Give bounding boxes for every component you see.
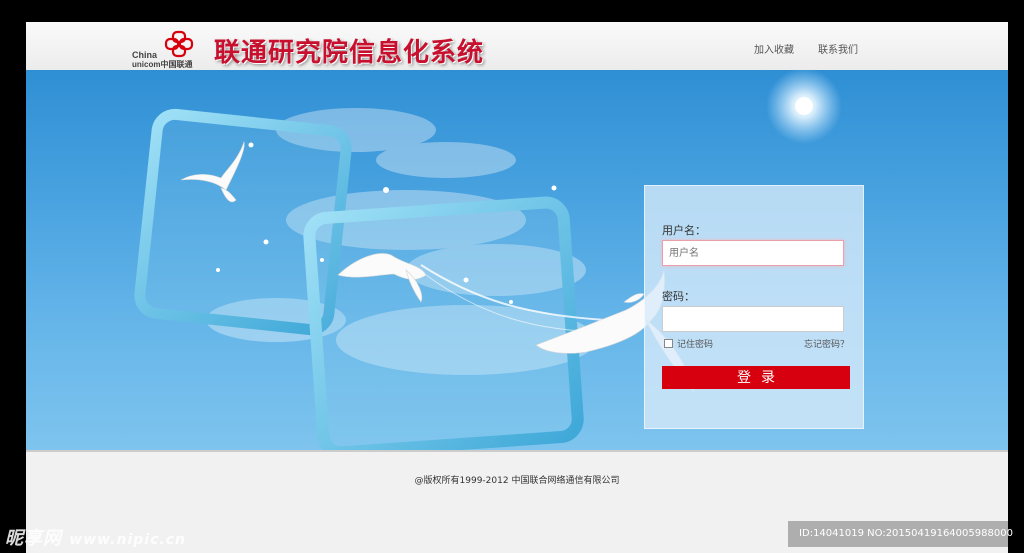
image-id-watermark: ID:14041019 NO:20150419164005988000 — [788, 521, 1024, 547]
remember-password[interactable]: 记住密码 — [664, 337, 713, 350]
watermark-url: www.nipic.cn — [69, 532, 186, 548]
logo-text-unicom: unicom中国联通 — [132, 60, 193, 69]
remember-label: 记住密码 — [677, 340, 714, 350]
nipic-watermark: 昵享网 www.nipic.cn — [5, 524, 186, 550]
password-input[interactable] — [662, 306, 844, 332]
username-input[interactable] — [662, 240, 844, 266]
header: China unicom中国联通 联通研究院信息化系统 加入收藏 联系我们 — [26, 22, 1008, 71]
forgot-password-link[interactable]: 忘记密码？ — [804, 337, 849, 350]
add-favorite-link[interactable]: 加入收藏 — [754, 41, 794, 56]
username-label: 用户名： — [662, 224, 706, 237]
login-panel: 用户名： 密码： 记住密码 忘记密码？ 登录 — [644, 185, 864, 429]
china-unicom-logo: China unicom中国联通 — [132, 30, 198, 69]
watermark-brand: 昵享网 — [5, 528, 62, 549]
contact-us-link[interactable]: 联系我们 — [818, 41, 858, 56]
system-title: 联通研究院信息化系统 — [214, 38, 485, 68]
page: China unicom中国联通 联通研究院信息化系统 加入收藏 联系我们 用户… — [26, 22, 1008, 553]
hero-banner: 用户名： 密码： 记住密码 忘记密码？ 登录 — [26, 70, 1008, 450]
unicom-knot-icon — [164, 30, 194, 58]
remember-checkbox[interactable] — [664, 339, 673, 348]
login-button[interactable]: 登录 — [662, 366, 850, 389]
copyright-text: @版权所有1999-2012 中国联合网络通信有限公司 — [414, 476, 620, 486]
password-label: 密码： — [662, 290, 695, 303]
